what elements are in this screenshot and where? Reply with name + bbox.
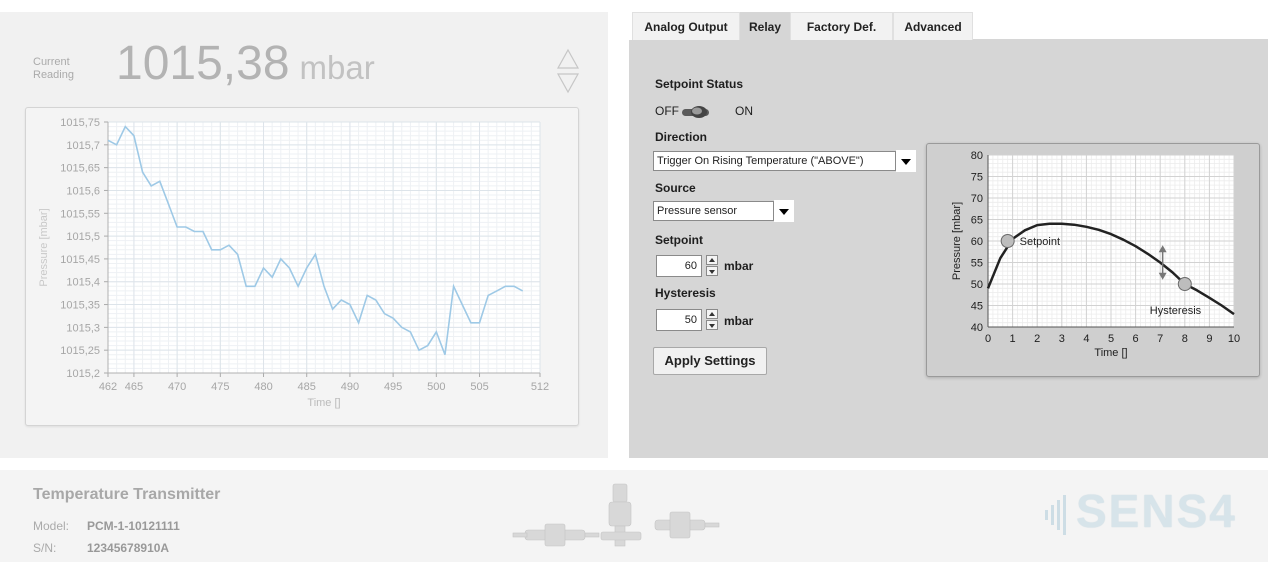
setpoint-spinner-icon[interactable] [706,255,718,277]
x-tick-label: 4 [1083,333,1089,345]
toggle-on-label: ON [735,104,753,118]
x-tick-label: 1 [1010,333,1016,345]
y-tick-label: 55 [971,258,983,270]
x-tick-label: 2 [1034,333,1040,345]
x-tick-label: 462 [99,381,117,393]
y-tick-label: 1015,4 [66,277,100,289]
x-tick-label: 470 [168,381,186,393]
x-tick-label: 500 [427,381,445,393]
x-tick-label: 505 [470,381,488,393]
x-tick-label: 7 [1157,333,1163,345]
direction-label: Direction [655,130,708,144]
x-axis-label: Time [] [1094,347,1127,359]
x-tick-label: 480 [254,381,272,393]
caret-down-icon [901,159,911,165]
caret-down-icon [779,209,789,215]
apply-settings-button[interactable]: Apply Settings [653,347,767,375]
tab-factory-def[interactable]: Factory Def. [790,12,893,40]
x-tick-label: 485 [298,381,316,393]
setpoint-status-label: Setpoint Status [655,77,744,91]
x-axis-label: Time [] [307,397,340,409]
y-tick-label: 1015,25 [60,345,100,357]
x-tick-label: 512 [531,381,549,393]
y-tick-label: 1015,5 [66,231,100,243]
y-tick-label: 1015,3 [66,322,100,334]
source-dropdown-button[interactable] [774,200,794,222]
current-reading-label: Current Reading [33,56,74,81]
direction-select[interactable]: Trigger On Rising Temperature ("ABOVE") [653,151,896,171]
hysteresis-input[interactable]: 50 [656,309,702,331]
y-tick-label: 50 [971,279,983,291]
y-tick-label: 75 [971,172,983,184]
source-label: Source [655,181,696,195]
y-tick-label: 45 [971,301,983,313]
y-tick-label: 1015,65 [60,163,100,175]
current-reading-display: 1015,38 mbar [116,36,375,91]
y-tick-label: 1015,7 [66,140,100,152]
x-tick-label: 6 [1133,333,1139,345]
y-tick-label: 1015,35 [60,300,100,312]
x-tick-label: 495 [384,381,402,393]
spin-down-icon[interactable] [706,266,718,276]
product-name: Temperature Transmitter [33,486,221,503]
setpoint-label: Setpoint [655,233,703,247]
pressure-trend-chart-frame: 462 465 470 475 480 485 490 495 500 505 512 1015,75… [25,107,579,426]
model-key: Model: [33,519,70,533]
x-tick-label: 9 [1206,333,1212,345]
pressure-trend-chart: 462 465 470 475 480 485 490 495 500 505 512 1015,75… [38,117,549,409]
y-tick-label: 1015,2 [66,368,100,380]
hysteresis-unit: mbar [724,314,754,328]
hysteresis-label: Hysteresis [655,286,716,300]
relay-hysteresis-chart: 0 1 2 3 4 5 6 7 8 9 10807570656055504540SetpointHy… [951,150,1240,359]
tab-analog-output[interactable]: Analog Output [632,12,740,40]
y-tick-label: 60 [971,236,983,248]
spin-up-icon[interactable] [706,255,718,265]
y-axis-label: Pressure [mbar] [951,202,963,280]
sn-key: S/N: [33,541,57,555]
y-tick-label: 80 [971,150,983,162]
source-select[interactable]: Pressure sensor [653,201,774,221]
logo-text: SENS4 [1076,485,1237,537]
y-tick-label: 1015,6 [66,185,100,197]
x-tick-label: 475 [211,381,229,393]
device-product-image [512,483,720,547]
y-tick-label: 40 [971,322,983,334]
x-tick-label: 490 [341,381,359,393]
y-axis-label: Pressure [mbar] [38,208,50,286]
x-tick-label: 0 [985,333,991,345]
y-tick-label: 70 [971,193,983,205]
model-value: PCM-1-10121111 [87,519,180,533]
hysteresis-spinner-icon[interactable] [706,309,718,331]
annotation-label: Hysteresis [1150,305,1202,317]
annotation-marker [1177,277,1192,291]
annotation-label: Setpoint [1020,236,1060,248]
spin-down-icon[interactable] [706,320,718,330]
relay-diagram-frame: 0 1 2 3 4 5 6 7 8 9 10 80 75 70 65 60 55 50 45 40 Setpoint Hy… [926,143,1260,377]
up-down-triangles-icon[interactable] [556,48,580,94]
x-tick-label: 10 [1228,333,1240,345]
sn-value: 12345678910A [87,541,170,555]
annotation-marker [1000,234,1015,248]
y-tick-label: 1015,75 [60,117,100,129]
setpoint-status-toggle[interactable] [681,103,711,123]
x-tick-label: 5 [1108,333,1114,345]
setpoint-input[interactable]: 60 [656,255,702,277]
y-tick-label: 65 [971,215,983,227]
current-reading-value: 1015,38 [116,37,290,90]
spin-up-icon[interactable] [706,309,718,319]
direction-dropdown-button[interactable] [896,150,916,172]
tab-relay[interactable]: Relay [740,12,790,40]
x-tick-label: 8 [1182,333,1188,345]
tab-advanced[interactable]: Advanced [893,12,973,40]
toggle-off-label: OFF [655,104,679,118]
y-tick-label: 1015,55 [60,208,100,220]
current-reading-unit: mbar [299,49,375,86]
x-tick-label: 3 [1059,333,1065,345]
setpoint-unit: mbar [724,259,754,273]
x-tick-label: 465 [125,381,143,393]
y-tick-label: 1015,45 [60,254,100,266]
